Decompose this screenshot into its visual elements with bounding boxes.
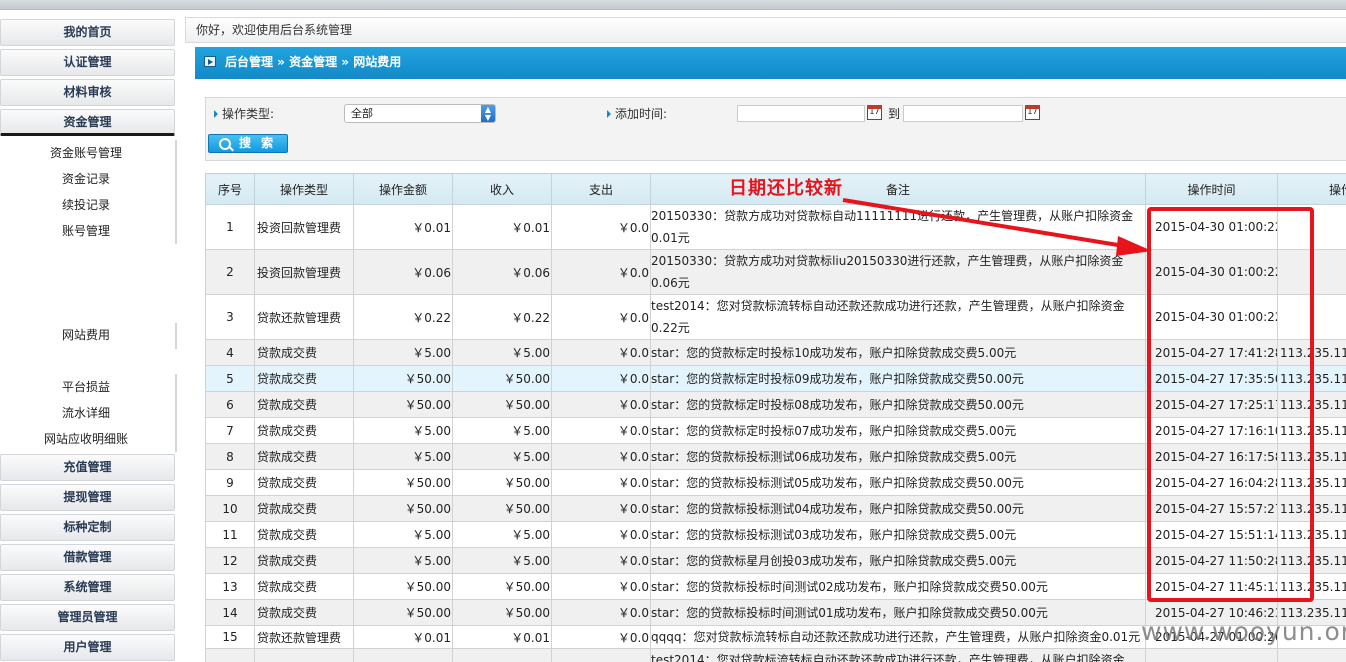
- page: 我的首页 认证管理 材料审核 资金管理 资金账号管理 资金记录 续投记录 账号管…: [0, 0, 1346, 662]
- arrow-shaft: [842, 198, 1125, 248]
- annotation-arrow: [842, 198, 1152, 256]
- annotation-box: [1147, 207, 1314, 602]
- watermark: www.wooyun.org: [1141, 617, 1346, 646]
